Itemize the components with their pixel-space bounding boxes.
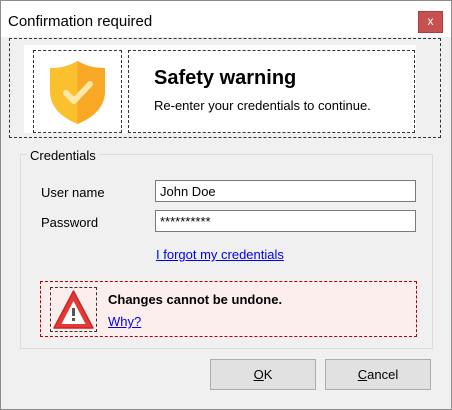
header-subtitle: Re-enter your credentials to continue. — [154, 98, 371, 113]
warning-icon-frame — [50, 287, 97, 332]
shield-check-icon — [50, 61, 105, 124]
ok-mnemonic: O — [253, 367, 264, 382]
header-icon-frame — [33, 50, 122, 133]
close-icon: x — [427, 14, 434, 28]
window-title: Confirmation required — [8, 13, 153, 30]
username-label: User name — [41, 185, 105, 200]
credentials-group-label: Credentials — [27, 148, 99, 163]
ok-label: K — [263, 367, 273, 382]
close-button[interactable]: x — [418, 11, 443, 33]
forgot-credentials-link[interactable]: I forgot my credentials — [156, 247, 284, 262]
warning-triangle-icon — [53, 290, 94, 329]
title-bar[interactable]: Confirmation required x — [1, 1, 451, 37]
warning-title: Changes cannot be undone. — [108, 292, 283, 307]
username-field[interactable] — [155, 180, 416, 202]
header-title: Safety warning — [154, 67, 297, 89]
cancel-button[interactable]: Cancel — [325, 359, 431, 390]
why-link[interactable]: Why? — [108, 314, 141, 329]
header-text-frame — [128, 50, 415, 133]
cancel-mnemonic: C — [357, 367, 368, 382]
dialog-window: Confirmation required x Safety warning R… — [0, 0, 452, 410]
password-label: Password — [41, 215, 99, 230]
ok-button[interactable]: OK — [210, 359, 316, 390]
password-field[interactable] — [155, 210, 416, 232]
cancel-label: ancel — [367, 367, 399, 382]
